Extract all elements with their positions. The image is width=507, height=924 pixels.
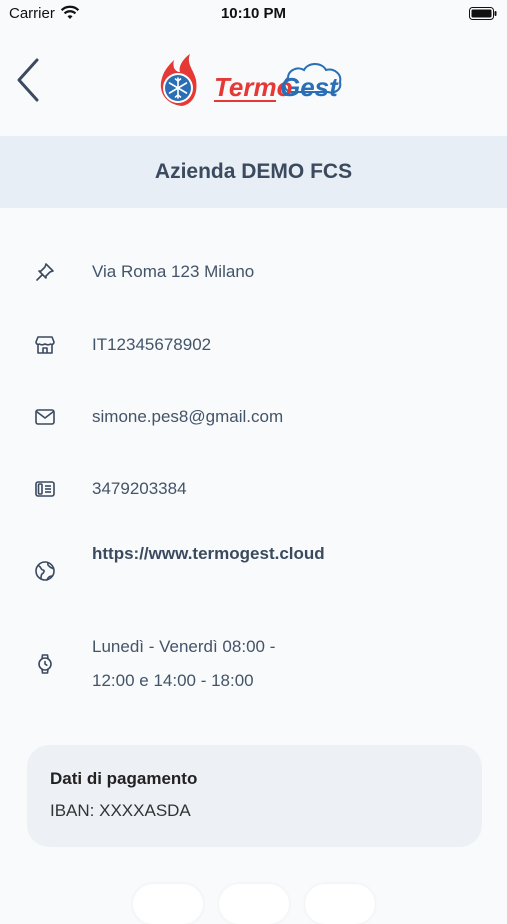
vat-text: IT12345678902 <box>92 335 212 354</box>
company-name: Azienda DEMO FCS <box>154 160 353 183</box>
company-header: Azienda DEMO FCS <box>0 136 507 208</box>
website-row[interactable]: https://www.termogest.cloud <box>0 537 507 605</box>
status-bar: Carrier 10:10 PM <box>0 0 507 30</box>
watch-icon <box>38 654 52 674</box>
phone-icon <box>35 481 55 497</box>
payment-title: Dati di pagamento <box>50 769 198 788</box>
bottom-action-button-3[interactable] <box>305 884 375 924</box>
store-icon <box>35 336 55 354</box>
email-text[interactable]: simone.pes8@gmail.com <box>92 400 283 434</box>
clock: 10:10 PM <box>220 5 287 22</box>
phone-row[interactable]: 3479203384 <box>0 472 507 506</box>
email-row[interactable]: simone.pes8@gmail.com <box>0 400 507 434</box>
address-text: Via Roma 123 Milano <box>92 262 255 281</box>
globe-icon <box>35 561 55 581</box>
bottom-action-button-2[interactable] <box>219 884 289 924</box>
back-button[interactable] <box>14 58 42 102</box>
vat-row: IT12345678902 <box>0 328 507 362</box>
phone-text[interactable]: 3479203384 <box>92 472 187 506</box>
hours-row: Lunedì - Venerdì 08:00 - 12:00 e 14:00 -… <box>0 630 507 698</box>
bottom-action-button-1[interactable] <box>133 884 203 924</box>
chevron-left-icon <box>17 58 39 102</box>
iban-text: IBAN: XXXXASDA <box>50 801 191 820</box>
mail-icon <box>35 409 55 425</box>
pin-icon <box>36 263 54 281</box>
battery-icon <box>469 7 497 20</box>
hours-text: Lunedì - Venerdì 08:00 - 12:00 e 14:00 -… <box>92 637 276 690</box>
website-link[interactable]: https://www.termogest.cloud <box>92 537 325 571</box>
payment-card: Dati di pagamento IBAN: XXXXASDA <box>27 745 482 847</box>
address-row: Via Roma 123 Milano <box>0 255 507 289</box>
termogest-logo: Termo Gest <box>156 52 346 110</box>
svg-text:Gest: Gest <box>280 72 339 102</box>
